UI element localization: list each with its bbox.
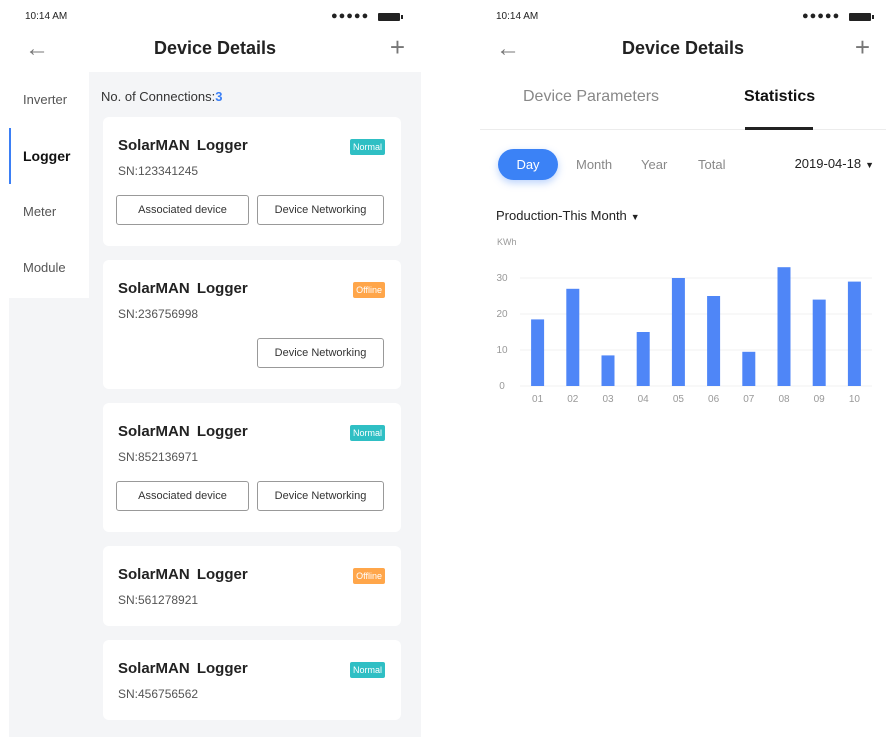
bar-06[interactable] bbox=[707, 296, 721, 386]
period-year-button[interactable]: Year bbox=[641, 149, 667, 180]
nav-bar: ← Device Details + bbox=[9, 34, 421, 70]
add-icon[interactable]: + bbox=[855, 34, 870, 60]
signal-icon: ●●●●● bbox=[802, 10, 841, 22]
signal-icon: ●●●●● bbox=[331, 10, 370, 22]
caret-down-icon: ▼ bbox=[865, 160, 874, 170]
production-bar-chart: 0 10 20 30 01 02 03 04 05 06 07 08 09 10 bbox=[496, 267, 872, 405]
tab-device-parameters[interactable]: Device Parameters bbox=[523, 88, 659, 106]
device-card[interactable]: SolarMAN Logger Offline SN:561278921 bbox=[103, 546, 401, 626]
period-total-button[interactable]: Total bbox=[698, 149, 725, 180]
x-tick-label: 03 bbox=[602, 394, 614, 405]
device-card[interactable]: SolarMAN Logger Normal SN:852136971 Asso… bbox=[103, 403, 401, 532]
connections-label: No. of Connections: bbox=[101, 89, 216, 104]
bar-09[interactable] bbox=[812, 299, 826, 386]
date-picker[interactable]: 2019-04-18 ▼ bbox=[795, 156, 874, 171]
device-serial: SN:456756562 bbox=[118, 687, 199, 701]
nav-bar: ← Device Details + bbox=[480, 34, 886, 70]
device-serial: SN:561278921 bbox=[118, 593, 199, 607]
device-list: No. of Connections:3 SolarMAN Logger Nor… bbox=[89, 72, 421, 737]
active-tab-indicator bbox=[745, 127, 813, 130]
device-name: SolarMAN Logger bbox=[118, 280, 248, 297]
device-name: SolarMAN Logger bbox=[118, 566, 248, 583]
bar-04[interactable] bbox=[636, 332, 650, 386]
production-label: Production-This Month bbox=[496, 208, 627, 223]
sidebar-background bbox=[9, 298, 89, 737]
x-tick-label: 05 bbox=[673, 394, 685, 405]
connections-number: 3 bbox=[215, 89, 223, 104]
device-networking-button[interactable]: Device Networking bbox=[257, 195, 384, 225]
bar-02[interactable] bbox=[566, 288, 580, 386]
device-name: SolarMAN Logger bbox=[118, 423, 248, 440]
production-selector[interactable]: Production-This Month ▼ bbox=[496, 208, 640, 223]
y-axis-unit: KWh bbox=[497, 237, 517, 247]
bar-01[interactable] bbox=[531, 319, 545, 386]
page-title: Device Details bbox=[621, 38, 745, 58]
status-bar: 10:14 AM ●●●●● bbox=[9, 0, 421, 34]
device-networking-button[interactable]: Device Networking bbox=[257, 338, 384, 368]
y-tick-label: 20 bbox=[496, 309, 508, 320]
sidebar-item-inverter[interactable]: Inverter bbox=[9, 72, 89, 128]
x-tick-label: 08 bbox=[778, 394, 790, 405]
device-serial: SN:123341245 bbox=[118, 164, 199, 178]
connections-count: No. of Connections:3 bbox=[101, 89, 222, 104]
bar-07[interactable] bbox=[742, 351, 756, 386]
add-icon[interactable]: + bbox=[390, 34, 405, 60]
sidebar-item-logger[interactable]: Logger bbox=[9, 128, 89, 184]
sidebar-item-module[interactable]: Module bbox=[9, 240, 89, 296]
bar-03[interactable] bbox=[601, 355, 615, 386]
device-card[interactable]: SolarMAN Logger Normal SN:456756562 bbox=[103, 640, 401, 720]
bar-10[interactable] bbox=[847, 281, 861, 386]
status-badge: Normal bbox=[349, 662, 385, 678]
associated-device-button[interactable]: Associated device bbox=[116, 195, 249, 225]
battery-icon bbox=[849, 13, 874, 21]
device-type-sidebar: Inverter Logger Meter Module bbox=[9, 72, 89, 298]
x-tick-label: 02 bbox=[567, 394, 579, 405]
x-tick-label: 04 bbox=[638, 394, 650, 405]
x-tick-label: 01 bbox=[532, 394, 544, 405]
y-tick-label: 10 bbox=[496, 345, 508, 356]
period-day-button[interactable]: Day bbox=[498, 149, 558, 180]
x-tick-label: 06 bbox=[708, 394, 720, 405]
caret-down-icon: ▼ bbox=[630, 212, 640, 222]
sidebar-item-meter[interactable]: Meter bbox=[9, 184, 89, 240]
device-serial: SN:852136971 bbox=[118, 450, 199, 464]
device-list-screen: 10:14 AM ●●●●● ← Device Details + Invert… bbox=[9, 0, 421, 737]
tab-statistics[interactable]: Statistics bbox=[744, 88, 815, 106]
status-badge: Normal bbox=[349, 139, 385, 155]
status-badge: Offline bbox=[353, 282, 385, 298]
y-tick-label: 30 bbox=[496, 273, 508, 284]
detail-tabs: Device Parameters Statistics bbox=[480, 72, 886, 130]
device-card[interactable]: SolarMAN Logger Offline SN:236756998 Dev… bbox=[103, 260, 401, 389]
bar-08[interactable] bbox=[777, 267, 791, 386]
status-time: 10:14 AM bbox=[25, 11, 68, 22]
device-serial: SN:236756998 bbox=[118, 307, 199, 321]
x-tick-label: 10 bbox=[849, 394, 861, 405]
associated-device-button[interactable]: Associated device bbox=[116, 481, 249, 511]
y-tick-label: 0 bbox=[499, 381, 505, 392]
page-title: Device Details bbox=[153, 38, 277, 58]
device-name: SolarMAN Logger bbox=[118, 660, 248, 677]
date-value: 2019-04-18 bbox=[794, 156, 862, 171]
x-tick-label: 09 bbox=[814, 394, 826, 405]
device-card[interactable]: SolarMAN Logger Normal SN:123341245 Asso… bbox=[103, 117, 401, 246]
battery-icon bbox=[378, 13, 403, 21]
status-time: 10:14 AM bbox=[496, 11, 539, 22]
x-tick-label: 07 bbox=[743, 394, 755, 405]
device-name: SolarMAN Logger bbox=[118, 137, 248, 154]
device-networking-button[interactable]: Device Networking bbox=[257, 481, 384, 511]
statistics-screen: 10:14 AM ●●●●● ← Device Details + Device… bbox=[480, 0, 886, 737]
bar-05[interactable] bbox=[671, 278, 685, 386]
period-selector: Day Month Year Total 2019-04-18 ▼ bbox=[480, 148, 886, 184]
status-bar: 10:14 AM ●●●●● bbox=[480, 0, 886, 34]
period-month-button[interactable]: Month bbox=[576, 149, 612, 180]
status-badge: Offline bbox=[353, 568, 385, 584]
status-badge: Normal bbox=[349, 425, 385, 441]
